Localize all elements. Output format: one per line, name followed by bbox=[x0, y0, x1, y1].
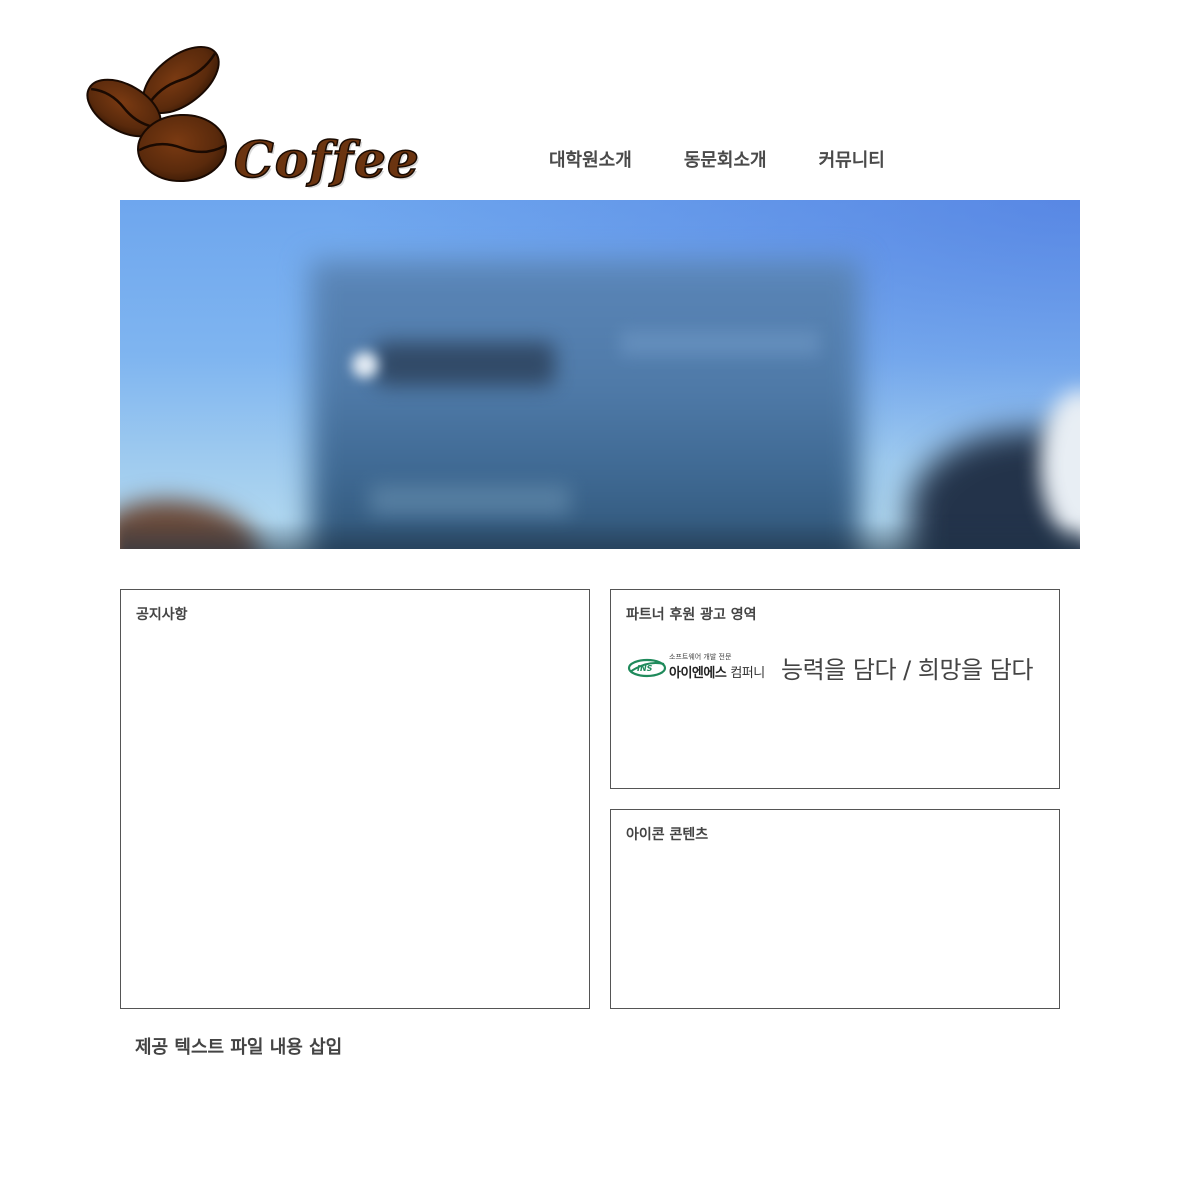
footer-text: 제공 텍스트 파일 내용 삽입 bbox=[135, 1037, 343, 1058]
ad-company-bold: 아이엔에스 bbox=[669, 665, 727, 681]
partner-ad-banner[interactable]: INS 소프트웨어 개발 전문 아이엔에스 컴퍼니 능력을 담다 / 희망을 담… bbox=[627, 650, 1033, 685]
notice-title: 공지사항 bbox=[136, 607, 188, 623]
notice-panel: 공지사항 bbox=[120, 589, 590, 1009]
ins-company-logo: INS 소프트웨어 개발 전문 아이엔에스 컴퍼니 bbox=[627, 653, 777, 683]
hero-banner-image bbox=[120, 200, 1080, 549]
ad-company-thin: 컴퍼니 bbox=[730, 665, 765, 681]
coffee-logo[interactable]: Coffee bbox=[86, 42, 420, 202]
ins-logo-icon: INS bbox=[627, 658, 667, 677]
main-nav: 대학원소개 동문회소개 커뮤니티 bbox=[549, 146, 885, 172]
ad-tagline: 소프트웨어 개발 전문 bbox=[669, 652, 732, 661]
icon-content-title: 아이콘 콘텐츠 bbox=[626, 827, 709, 843]
ad-company-name: 아이엔에스 컴퍼니 bbox=[669, 662, 765, 681]
nav-item-alumni[interactable]: 동문회소개 bbox=[684, 146, 767, 172]
partner-ad-panel: 파트너 후원 광고 영역 INS 소프트웨어 개발 전문 아이엔에스 컴퍼니 능… bbox=[610, 589, 1060, 789]
nav-item-community[interactable]: 커뮤니티 bbox=[819, 146, 885, 172]
icon-content-panel: 아이콘 콘텐츠 bbox=[610, 809, 1060, 1009]
ad-slogan: 능력을 담다 / 희망을 담다 bbox=[781, 656, 1033, 684]
partner-ad-title: 파트너 후원 광고 영역 bbox=[626, 607, 757, 623]
nav-item-graduate-school[interactable]: 대학원소개 bbox=[549, 146, 632, 172]
logo-text: Coffee bbox=[233, 129, 420, 190]
svg-text:INS: INS bbox=[637, 664, 653, 673]
